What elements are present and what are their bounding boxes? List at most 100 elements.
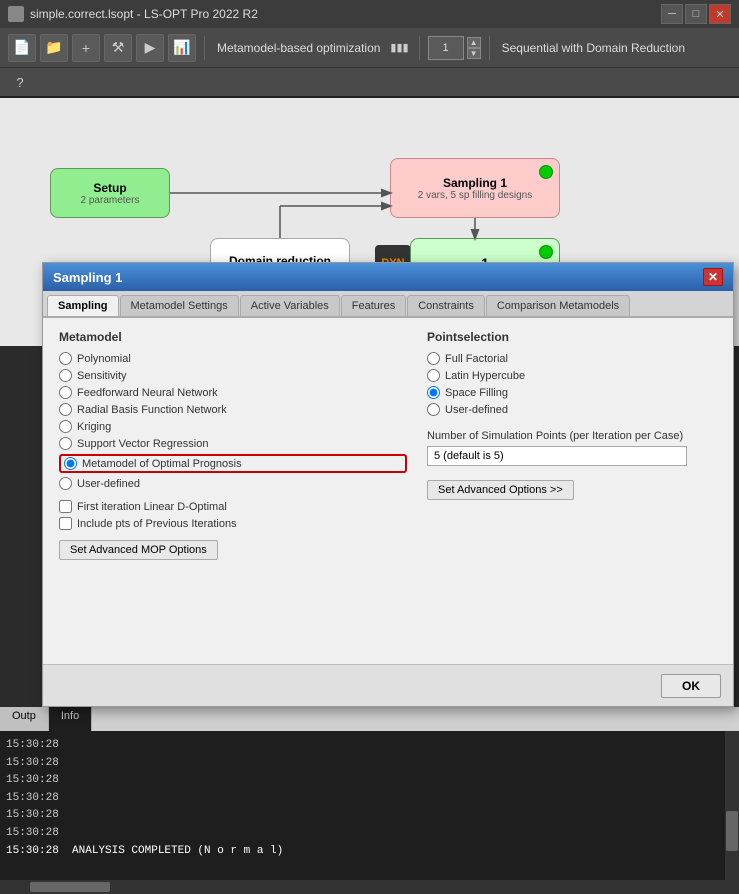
- terminal-line-date: 15:30:28 Sun Dec 4 15:30:28 2022: [6, 878, 721, 880]
- setup-subtitle: 2 parameters: [81, 195, 140, 206]
- radio-svr-input[interactable]: [59, 437, 72, 450]
- tab-active-variables[interactable]: Active Variables: [240, 295, 340, 316]
- terminal: 15:30:28 15:30:28 15:30:28 15:30:28 15:3…: [0, 731, 739, 880]
- radio-space-filling-input[interactable]: [427, 386, 440, 399]
- tools-button[interactable]: ⚒: [104, 34, 132, 62]
- app-icon: [8, 6, 24, 22]
- metamodel-section-title: Metamodel: [59, 330, 407, 344]
- dialog-content: Metamodel Polynomial Sensitivity Feedfor…: [43, 318, 733, 572]
- window-controls: ─ □ ✕: [661, 4, 731, 24]
- radio-fnn[interactable]: Feedforward Neural Network: [59, 386, 407, 399]
- method-icon: ▮▮▮: [390, 41, 408, 54]
- radio-mop[interactable]: Metamodel of Optimal Prognosis: [59, 454, 407, 473]
- checkbox-first-iter[interactable]: First iteration Linear D-Optimal: [59, 500, 407, 513]
- add-button[interactable]: +: [72, 34, 100, 62]
- new-button[interactable]: 📄: [8, 34, 36, 62]
- main-toolbar: 📄 📁 + ⚒ ▶ 📊 Metamodel-based optimization…: [0, 28, 739, 68]
- dialog-footer: OK: [43, 664, 733, 706]
- minimize-button[interactable]: ─: [661, 4, 683, 24]
- terminal-line-4: 15:30:28: [6, 790, 721, 808]
- bottom-tabs: Outp Info: [0, 707, 739, 731]
- radio-fnn-input[interactable]: [59, 386, 72, 399]
- terminal-line-3: 15:30:28: [6, 772, 721, 790]
- terminal-hscrollbar[interactable]: [0, 880, 739, 894]
- method-label: Metamodel-based optimization: [217, 41, 380, 55]
- tab-features[interactable]: Features: [341, 295, 406, 316]
- strategy-label: Sequential with Domain Reduction: [502, 41, 685, 55]
- metamodel-section: Metamodel Polynomial Sensitivity Feedfor…: [59, 330, 407, 560]
- set-advanced-options-button[interactable]: Set Advanced Options >>: [427, 480, 574, 500]
- sampling-node[interactable]: Sampling 1 2 vars, 5 sp filling designs: [390, 158, 560, 218]
- radio-rbf-input[interactable]: [59, 403, 72, 416]
- radio-svr[interactable]: Support Vector Regression: [59, 437, 407, 450]
- sampling-status-dot: [539, 165, 553, 179]
- radio-latin-hypercube[interactable]: Latin Hypercube: [427, 369, 717, 382]
- pointselection-radio-group: Full Factorial Latin Hypercube Space Fil…: [427, 352, 717, 416]
- spin-up[interactable]: ▲: [467, 37, 481, 48]
- checkbox-first-iter-input[interactable]: [59, 500, 72, 513]
- pointselection-section: Pointselection Full Factorial Latin Hype…: [427, 330, 717, 560]
- terminal-scrollbar-track[interactable]: [725, 731, 739, 880]
- iteration-input[interactable]: 1: [428, 36, 464, 60]
- sampling-title: Sampling 1: [443, 176, 507, 190]
- sim-points-value: 5 (default is 5): [427, 446, 687, 466]
- chart-button[interactable]: 📊: [168, 34, 196, 62]
- bottom-tab-info[interactable]: Info: [49, 707, 92, 731]
- dialog-tabs: Sampling Metamodel Settings Active Varia…: [43, 291, 733, 318]
- radio-full-factorial-input[interactable]: [427, 352, 440, 365]
- terminal-line-analysis: 15:30:28 ANALYSIS COMPLETED (N o r m a l…: [6, 843, 721, 861]
- radio-user-defined-pt-input[interactable]: [427, 403, 440, 416]
- checkbox-include-pts-input[interactable]: [59, 517, 72, 530]
- radio-sensitivity[interactable]: Sensitivity: [59, 369, 407, 382]
- radio-mop-input[interactable]: [64, 457, 77, 470]
- radio-kriging[interactable]: Kriging: [59, 420, 407, 433]
- window-title: simple.correct.lsopt - LS-OPT Pro 2022 R…: [30, 7, 655, 21]
- radio-polynomial[interactable]: Polynomial: [59, 352, 407, 365]
- terminal-line-1: 15:30:28: [6, 737, 721, 755]
- ok-button[interactable]: OK: [661, 674, 721, 698]
- sampling-subtitle: 2 vars, 5 sp filling designs: [418, 190, 533, 201]
- sim-points-label: Number of Simulation Points (per Iterati…: [427, 430, 717, 442]
- dialog-title-bar: Sampling 1 ✕: [43, 263, 733, 291]
- terminal-line-2: 15:30:28: [6, 755, 721, 773]
- radio-polynomial-input[interactable]: [59, 352, 72, 365]
- radio-full-factorial[interactable]: Full Factorial: [427, 352, 717, 365]
- run-button[interactable]: ▶: [136, 34, 164, 62]
- setup-title: Setup: [93, 181, 126, 195]
- terminal-line-5: 15:30:28: [6, 807, 721, 825]
- setup-node[interactable]: Setup 2 parameters: [50, 168, 170, 218]
- help-icon-btn[interactable]: ?: [8, 70, 32, 94]
- spin-down[interactable]: ▼: [467, 48, 481, 59]
- tab-comparison-metamodels[interactable]: Comparison Metamodels: [486, 295, 630, 316]
- dialog-close-button[interactable]: ✕: [703, 268, 723, 286]
- terminal-line-6: 15:30:28: [6, 825, 721, 843]
- set-advanced-mop-button[interactable]: Set Advanced MOP Options: [59, 540, 218, 560]
- separator-3: [489, 36, 490, 60]
- radio-latin-hypercube-input[interactable]: [427, 369, 440, 382]
- radio-space-filling[interactable]: Space Filling: [427, 386, 717, 399]
- tab-sampling[interactable]: Sampling: [47, 295, 119, 316]
- radio-user-defined-meta-input[interactable]: [59, 477, 72, 490]
- iteration-spinners[interactable]: ▲ ▼: [467, 37, 481, 59]
- window-close-button[interactable]: ✕: [709, 4, 731, 24]
- radio-sensitivity-input[interactable]: [59, 369, 72, 382]
- terminal-hscroll-thumb[interactable]: [30, 882, 110, 892]
- maximize-button[interactable]: □: [685, 4, 707, 24]
- checkbox-include-pts[interactable]: Include pts of Previous Iterations: [59, 517, 407, 530]
- terminal-line-blank1: [6, 860, 721, 878]
- radio-kriging-input[interactable]: [59, 420, 72, 433]
- tab-metamodel-settings[interactable]: Metamodel Settings: [120, 295, 239, 316]
- checkboxes-section: First iteration Linear D-Optimal Include…: [59, 500, 407, 530]
- open-button[interactable]: 📁: [40, 34, 68, 62]
- tab-constraints[interactable]: Constraints: [407, 295, 485, 316]
- separator-2: [419, 36, 420, 60]
- terminal-scrollbar-thumb[interactable]: [726, 811, 738, 851]
- radio-user-defined-pt[interactable]: User-defined: [427, 403, 717, 416]
- radio-user-defined-meta[interactable]: User-defined: [59, 477, 407, 490]
- step1-status-dot: [539, 245, 553, 259]
- sim-points-section: Number of Simulation Points (per Iterati…: [427, 430, 717, 500]
- pointselection-title: Pointselection: [427, 330, 717, 344]
- radio-rbf[interactable]: Radial Basis Function Network: [59, 403, 407, 416]
- bottom-tab-output[interactable]: Outp: [0, 707, 49, 731]
- secondary-toolbar: ?: [0, 68, 739, 98]
